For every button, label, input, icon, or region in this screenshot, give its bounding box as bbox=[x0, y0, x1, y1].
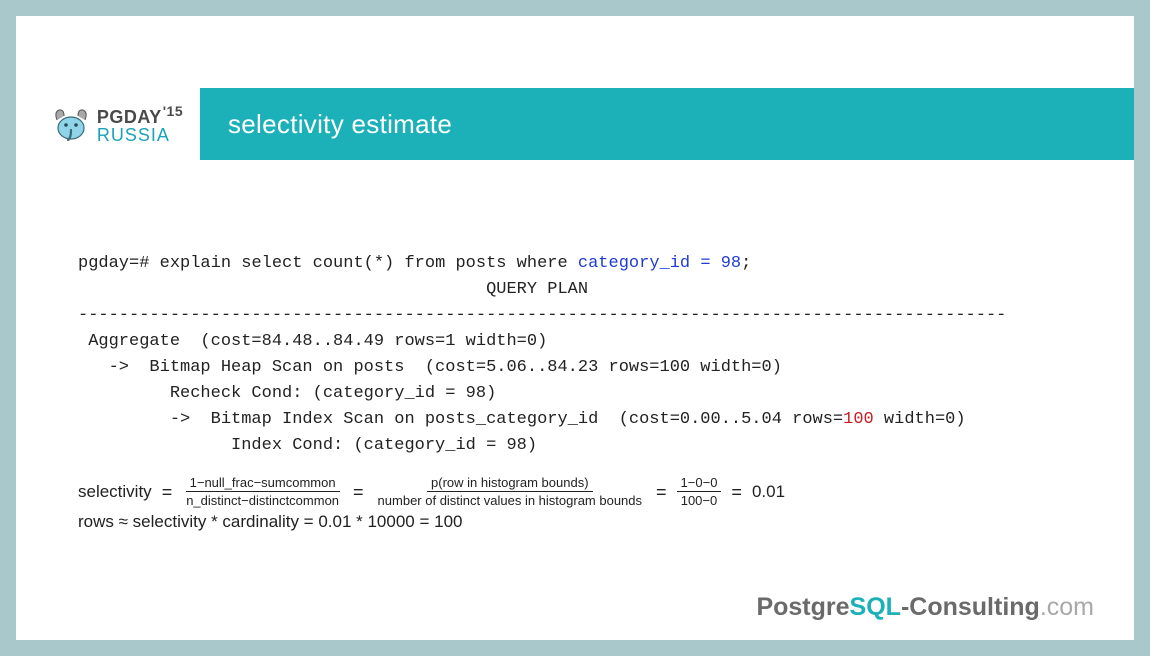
logo-text: PGDAY'15 RUSSIA bbox=[97, 104, 183, 144]
content-area: pgday=# explain select count(*) from pos… bbox=[78, 251, 1084, 536]
title-band: selectivity estimate bbox=[200, 88, 1134, 160]
fraction-2: p(row in histogram bounds) number of dis… bbox=[374, 475, 646, 508]
fraction-3: 1−0−0 100−0 bbox=[677, 475, 722, 508]
rows-formula: rows ≈ selectivity * cardinality = 0.01 … bbox=[78, 508, 1084, 536]
logo-line2: RUSSIA bbox=[97, 126, 183, 144]
slide-title: selectivity estimate bbox=[228, 109, 452, 140]
logo-area: PGDAY'15 RUSSIA bbox=[16, 88, 200, 160]
elephant-icon bbox=[51, 104, 91, 144]
formula-block: selectivity = 1−null_frac−sumcommon n_di… bbox=[78, 475, 1084, 536]
fraction-1: 1−null_frac−sumcommon n_distinct−distinc… bbox=[182, 475, 343, 508]
selectivity-formula: selectivity = 1−null_frac−sumcommon n_di… bbox=[78, 475, 1084, 508]
header-bar: PGDAY'15 RUSSIA selectivity estimate bbox=[16, 88, 1134, 160]
slide: PGDAY'15 RUSSIA selectivity estimate pgd… bbox=[16, 16, 1134, 640]
query-plan-code: pgday=# explain select count(*) from pos… bbox=[78, 251, 1084, 459]
logo-line1: PGDAY'15 bbox=[97, 104, 183, 126]
footer-branding: PostgreSQL-Consulting.com bbox=[756, 593, 1094, 622]
